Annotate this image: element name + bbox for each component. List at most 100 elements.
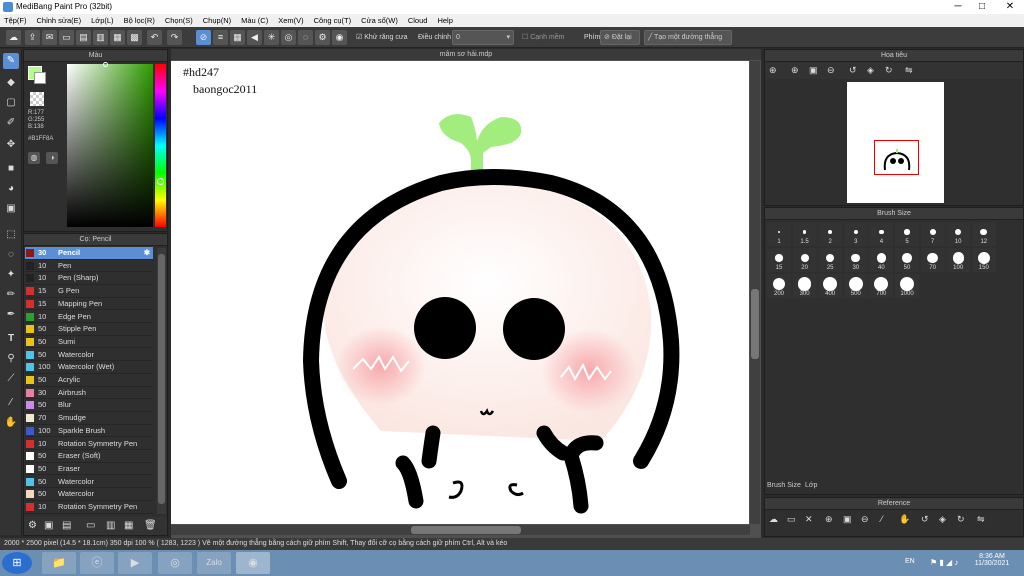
edge-checkbox[interactable]: ☐ Cạnh mềm — [522, 30, 564, 45]
minimize-button[interactable]: ─ — [946, 0, 970, 14]
brush-item[interactable]: 10 Rotation Symmetry Pen — [25, 438, 153, 451]
snap-symmetry-icon[interactable]: ◉ — [332, 30, 347, 45]
canvas-hscroll[interactable] — [171, 525, 750, 535]
brush-size-option[interactable]: 3 — [843, 222, 868, 246]
redo-icon[interactable]: ↷ — [167, 30, 182, 45]
brush-item[interactable]: 100 Watercolor (Wet) — [25, 361, 153, 374]
gradient-tool-icon[interactable]: ▣ — [3, 201, 19, 217]
brush-item[interactable]: 50 Blur — [25, 399, 153, 412]
clock[interactable]: 8:36 AM 11/30/2021 — [972, 553, 1012, 567]
close-button[interactable]: ✕ — [996, 0, 1024, 14]
flip-icon[interactable]: ⇋ — [905, 65, 913, 76]
upload-icon[interactable]: ⇪ — [25, 30, 40, 45]
ref-flip-icon[interactable]: ⇋ — [977, 514, 985, 525]
save-icon[interactable]: ▥ — [93, 30, 108, 45]
brush-scroll-thumb[interactable] — [158, 254, 165, 504]
eraser-tool-icon[interactable]: ◆ — [3, 75, 19, 91]
comment-icon[interactable]: ✉ — [42, 30, 57, 45]
brush-size-option[interactable]: 5 — [895, 222, 919, 246]
ref-hand-icon[interactable]: ✋ — [899, 514, 910, 525]
brush-item[interactable]: 15 G Pen — [25, 285, 153, 298]
dot-tool-icon[interactable]: ▢ — [3, 95, 19, 111]
brush-item[interactable]: 10 Pen (Sharp) — [25, 272, 153, 285]
zoom-in-2-icon[interactable]: ⊕ — [791, 65, 799, 76]
ref-open-icon[interactable]: ▭ — [787, 514, 796, 525]
antialias-checkbox[interactable]: ☑ Khử răng cưa — [356, 30, 407, 45]
brush-size-option[interactable]: 150 — [971, 248, 996, 272]
zalo-icon[interactable]: Zalo — [197, 552, 231, 574]
ref-rotate-right-icon[interactable]: ↻ — [957, 514, 965, 525]
brush-size-option[interactable]: 1.5 — [792, 222, 817, 246]
blur-tool-icon[interactable]: ✐ — [3, 115, 19, 131]
text-tool-icon[interactable]: T — [3, 331, 19, 347]
divide-tool-icon[interactable]: ⟋ — [3, 371, 19, 387]
brush-size-option[interactable]: 40 — [869, 248, 894, 272]
snap-perspective-icon[interactable]: ◀ — [247, 30, 262, 45]
menu-filter[interactable]: Bộ lọc(R) — [124, 14, 155, 27]
tab-layer[interactable]: Lớp — [805, 482, 817, 489]
brush-item[interactable]: 100 Sparkle Brush — [25, 425, 153, 438]
brush-item[interactable]: 50 Sumi — [25, 336, 153, 349]
rotate-right-icon[interactable]: ↻ — [885, 65, 893, 76]
menu-snap[interactable]: Chụp(N) — [203, 14, 231, 27]
menu-file[interactable]: Tệp(F) — [4, 14, 27, 27]
brush-size-option[interactable]: 4 — [869, 222, 894, 246]
ref-zoom-out-icon[interactable]: ⊖ — [861, 514, 869, 525]
drawing-canvas[interactable]: #hd247 baongoc2011 — [171, 61, 749, 524]
canvas-hscroll-thumb[interactable] — [411, 526, 521, 534]
canvas-vscroll-thumb[interactable] — [751, 289, 759, 359]
delete-brush-icon[interactable]: 🗑 — [144, 520, 157, 531]
chrome-icon[interactable]: ◉ — [236, 552, 270, 574]
brush-size-option[interactable]: 25 — [818, 248, 843, 272]
brush-item[interactable]: 50 Watercolor — [25, 476, 153, 489]
zoom-in-icon[interactable]: ⊕ — [769, 65, 777, 76]
hand-tool-icon[interactable]: ✋ — [3, 415, 19, 431]
new-file-icon[interactable]: ▭ — [59, 30, 74, 45]
zoom-out-icon[interactable]: ⊖ — [827, 65, 835, 76]
brush-item[interactable]: 10 Pen — [25, 260, 153, 273]
browser-icon[interactable]: ⓔ — [80, 552, 114, 574]
hue-slider[interactable] — [155, 64, 166, 227]
brush-options-icon[interactable]: ▤ — [62, 520, 71, 531]
brush-item[interactable]: 10 Edge Pen — [25, 311, 153, 324]
straight-line-button[interactable]: ╱ Tạo một đường thẳng — [644, 30, 732, 45]
magic-wand-tool-icon[interactable]: ✦ — [3, 267, 19, 283]
background-color-swatch[interactable] — [34, 72, 46, 84]
ref-fit-icon[interactable]: ▣ — [843, 514, 852, 525]
brush-item[interactable]: 50 Watercolor — [25, 349, 153, 362]
explorer-icon[interactable]: 📁 — [42, 552, 76, 574]
snap-radial-icon[interactable]: ✳ — [264, 30, 279, 45]
brush-item[interactable]: 70 Smudge — [25, 412, 153, 425]
snap-curve-icon[interactable]: ◌ — [298, 30, 313, 45]
saturation-value-picker[interactable] — [67, 62, 153, 227]
open-file-icon[interactable]: ▤ — [76, 30, 91, 45]
copy-brush-icon[interactable]: ▭ — [86, 520, 95, 531]
brush-item[interactable]: 50 Acrylic — [25, 374, 153, 387]
tray-icons[interactable]: ⚑ ▮ ◢ ♪ — [930, 558, 958, 567]
snap-circle-icon[interactable]: ◎ — [281, 30, 296, 45]
brush-size-option[interactable]: 10 — [946, 222, 971, 246]
fit-icon[interactable]: ▣ — [809, 65, 818, 76]
brush-size-option[interactable]: 15 — [767, 248, 791, 272]
brush-settings-icon[interactable]: ✱ — [144, 247, 150, 259]
menu-select[interactable]: Chọn(S) — [165, 14, 193, 27]
select-eraser-tool-icon[interactable]: ✒ — [3, 307, 19, 323]
operation-tool-icon[interactable]: ⚲ — [3, 351, 19, 367]
language-indicator[interactable]: EN — [905, 558, 915, 565]
brush-item[interactable]: 50 Eraser (Soft) — [25, 450, 153, 463]
brush-size-option[interactable]: 30 — [843, 248, 868, 272]
snap-grid-icon[interactable]: ▦ — [230, 30, 245, 45]
move-tool-icon[interactable]: ✥ — [3, 137, 19, 153]
brush-size-option[interactable]: 12 — [971, 222, 996, 246]
menu-color[interactable]: Màu (C) — [241, 14, 268, 27]
menu-edit[interactable]: Chỉnh sửa(E) — [37, 14, 82, 27]
select-pen-tool-icon[interactable]: ✏ — [3, 287, 19, 303]
canvas-tab[interactable]: mâm sơ hải.mdp — [171, 49, 761, 60]
undo-icon[interactable]: ↶ — [147, 30, 162, 45]
brush-item[interactable]: 15 Mapping Pen — [25, 298, 153, 311]
brush-size-option[interactable]: 20 — [792, 248, 817, 272]
ref-cloud-icon[interactable]: ☁ — [769, 514, 778, 525]
brush-size-option[interactable]: 50 — [895, 248, 919, 272]
menu-view[interactable]: Xem(V) — [278, 14, 303, 27]
history-color-icon[interactable]: ◑ — [46, 152, 58, 164]
